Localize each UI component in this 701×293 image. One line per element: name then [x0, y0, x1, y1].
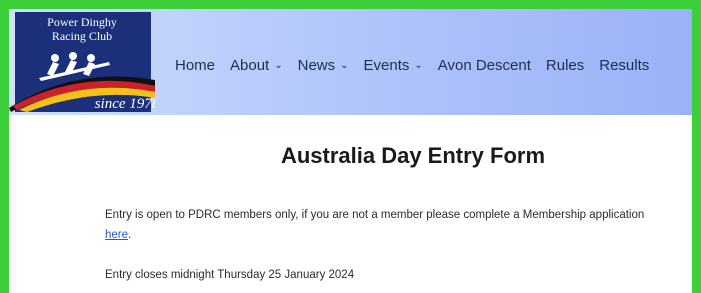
nav-label: News: [297, 56, 336, 74]
nav-label: Home: [175, 56, 216, 74]
nav-item-news[interactable]: News ⌄: [298, 57, 349, 74]
chevron-down-icon: ⌄: [414, 59, 423, 71]
entry-eligibility-text: Entry is open to PDRC members only, if y…: [105, 205, 665, 245]
chevron-down-icon: ⌄: [340, 59, 349, 71]
logo-line-2: Racing Club: [52, 29, 112, 43]
nav-item-events[interactable]: Events ⌄: [364, 57, 423, 74]
logo-since: since 1978: [95, 96, 155, 112]
entry-closing-text: Entry closes midnight Thursday 25 Januar…: [105, 269, 355, 281]
nav-label: Avon Descent: [437, 56, 531, 74]
nav-label: Rules: [545, 56, 585, 74]
club-logo[interactable]: Power Dinghy Racing Club since 1978: [9, 12, 155, 114]
nav-label: Events: [363, 56, 410, 74]
site-header: Power Dinghy Racing Club since 1978 Home…: [9, 9, 692, 115]
main-navigation: Home About ⌄ News ⌄ Events ⌄ Avon Descen…: [175, 53, 649, 77]
nav-item-rules[interactable]: Rules: [546, 57, 584, 74]
nav-item-results[interactable]: Results: [599, 57, 649, 74]
nav-item-avon-descent[interactable]: Avon Descent: [438, 57, 531, 74]
page-title: Australia Day Entry Form: [280, 143, 546, 168]
page-frame: Power Dinghy Racing Club since 1978 Home…: [9, 9, 692, 293]
entry-text-before: Entry is open to PDRC members only, if y…: [105, 209, 645, 221]
nav-item-about[interactable]: About ⌄: [230, 57, 283, 74]
nav-item-home[interactable]: Home: [175, 57, 215, 74]
nav-label: About: [230, 56, 270, 74]
nav-label: Results: [599, 56, 650, 74]
entry-text-after: .: [128, 229, 132, 241]
chevron-down-icon: ⌄: [274, 59, 283, 71]
logo-line-1: Power Dinghy: [47, 15, 117, 29]
membership-application-link[interactable]: here: [105, 229, 128, 241]
